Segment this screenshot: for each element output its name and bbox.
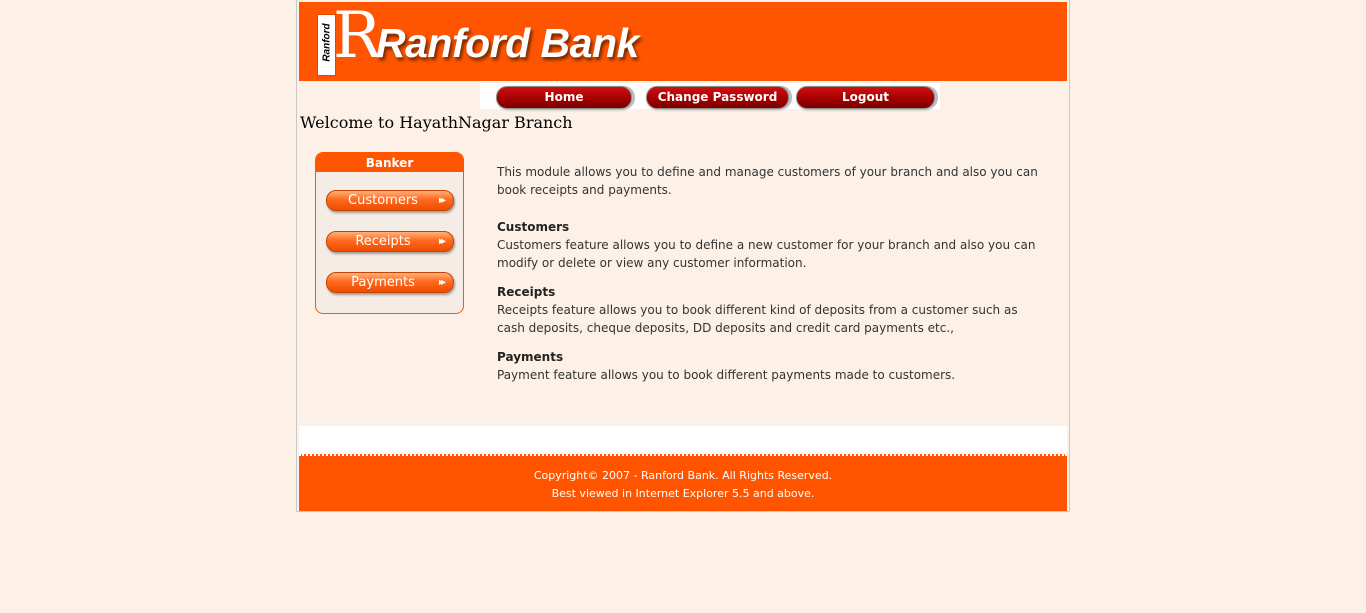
receipts-button[interactable]: Receipts ▸▸ — [326, 231, 454, 252]
logo-letter: R — [333, 0, 382, 73]
receipts-button-label: Receipts — [355, 234, 411, 249]
logout-button[interactable]: Logout — [796, 86, 935, 109]
brand-title: Ranford Bank — [376, 20, 639, 66]
customers-button[interactable]: Customers ▸▸ — [326, 190, 454, 211]
customers-section: Customers Customers feature allows you t… — [497, 218, 1047, 272]
copyright-text: Copyright© 2007 - Ranford Bank. All Righ… — [533, 469, 833, 482]
welcome-message: Welcome to HayathNagar Branch — [300, 113, 573, 132]
banker-panel-title: Banker — [316, 153, 463, 172]
payments-section: Payments Payment feature allows you to b… — [497, 348, 1047, 384]
section-text: Payment feature allows you to book diffe… — [497, 368, 956, 382]
banker-panel: Banker Customers ▸▸ Receipts ▸▸ Payments… — [315, 152, 464, 314]
payments-button-label: Payments — [351, 275, 415, 290]
browser-note: Best viewed in Internet Explorer 5.5 and… — [551, 487, 815, 500]
top-navigation: Home Change Password Logout — [480, 83, 940, 109]
header-banner: Ranford R Ranford Bank — [299, 2, 1067, 81]
bank-logo: Ranford R — [317, 4, 381, 76]
change-password-button[interactable]: Change Password — [646, 86, 789, 109]
intro-text: This module allows you to define and man… — [497, 165, 1038, 197]
section-text: Customers feature allows you to define a… — [497, 238, 1036, 270]
customers-button-label: Customers — [348, 193, 418, 208]
section-heading: Payments — [497, 350, 564, 364]
double-chevron-right-icon: ▸▸ — [438, 236, 446, 247]
payments-button[interactable]: Payments ▸▸ — [326, 272, 454, 293]
home-button[interactable]: Home — [496, 86, 632, 109]
footer: Copyright© 2007 - Ranford Bank. All Righ… — [299, 454, 1067, 511]
section-text: Receipts feature allows you to book diff… — [497, 303, 1018, 335]
section-heading: Receipts — [497, 285, 556, 299]
page-frame: Ranford R Ranford Bank Home Change Passw… — [296, 0, 1070, 512]
section-heading: Customers — [497, 220, 570, 234]
logo-text: Ranford — [321, 23, 333, 62]
double-chevron-right-icon: ▸▸ — [438, 195, 446, 206]
footer-spacer — [299, 426, 1067, 454]
receipts-section: Receipts Receipts feature allows you to … — [497, 283, 1047, 337]
module-description: This module allows you to define and man… — [497, 163, 1047, 384]
double-chevron-right-icon: ▸▸ — [438, 277, 446, 288]
